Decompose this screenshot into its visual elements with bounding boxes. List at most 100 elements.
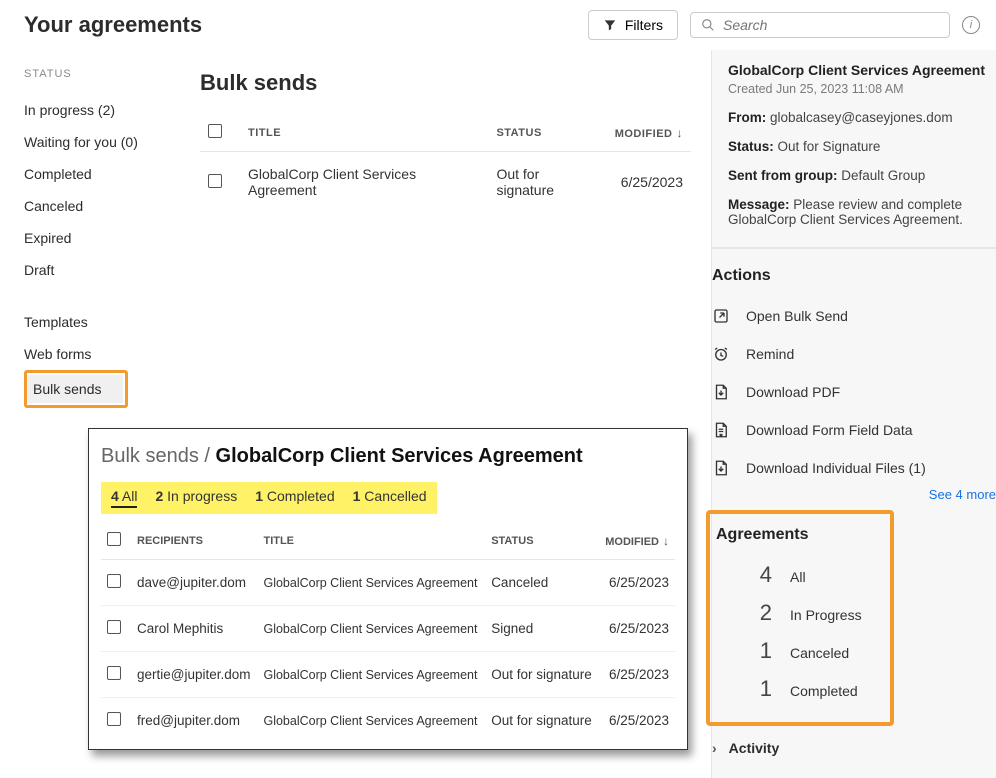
tab-label: Cancelled	[364, 488, 426, 504]
search-input[interactable]	[723, 17, 939, 33]
agree-count: 2	[752, 600, 772, 626]
row-checkbox[interactable]	[107, 712, 121, 726]
cell-recipient: Carol Mephitis	[131, 606, 257, 652]
agreement-row-completed[interactable]: 1 Completed	[712, 670, 876, 708]
cell-modified: 6/25/2023	[599, 560, 675, 606]
download-icon	[712, 383, 730, 401]
bulk-sends-table: TITLE STATUS MODIFIED↓ GlobalCorp Client…	[200, 114, 691, 212]
cell-status: Out for signature	[488, 152, 606, 213]
table-row[interactable]: Carol Mephitis GlobalCorp Client Service…	[101, 606, 675, 652]
tab-label: All	[122, 488, 138, 504]
ov-col-status[interactable]: STATUS	[485, 522, 598, 560]
select-all-checkbox[interactable]	[208, 124, 222, 138]
sidebar-item-waiting[interactable]: Waiting for you (0)	[24, 126, 180, 158]
col-title[interactable]: TITLE	[240, 114, 488, 152]
ov-col-title[interactable]: TITLE	[257, 522, 485, 560]
table-row[interactable]: GlobalCorp Client Services Agreement Out…	[200, 152, 691, 213]
tab-count: 4	[111, 488, 119, 504]
action-open-bulk-send[interactable]: Open Bulk Send	[712, 297, 996, 335]
row-checkbox[interactable]	[107, 666, 121, 680]
row-checkbox[interactable]	[107, 620, 121, 634]
overlay-detail-panel: Bulk sends / GlobalCorp Client Services …	[88, 428, 688, 750]
cell-recipient: gertie@jupiter.dom	[131, 652, 257, 698]
action-label: Open Bulk Send	[746, 308, 848, 324]
detail-title: GlobalCorp Client Services Agreement	[728, 62, 996, 78]
tab-inprogress[interactable]: 2 In progress	[155, 488, 237, 508]
search-field-wrap[interactable]	[690, 12, 950, 38]
agree-count: 1	[752, 676, 772, 702]
tab-cancelled[interactable]: 1 Cancelled	[353, 488, 427, 508]
agree-label: All	[790, 569, 806, 585]
sidebar-item-completed[interactable]: Completed	[24, 158, 180, 190]
agree-label: Canceled	[790, 645, 849, 661]
sidebar-item-in-progress[interactable]: In progress (2)	[24, 94, 180, 126]
agree-count: 1	[752, 638, 772, 664]
table-row[interactable]: fred@jupiter.dom GlobalCorp Client Servi…	[101, 698, 675, 744]
agree-count: 4	[752, 562, 772, 588]
tab-count: 2	[155, 488, 163, 504]
agreements-heading: Agreements	[712, 526, 876, 544]
agreements-highlight-box: Agreements 4 All 2In Progress 1 Canceled 1…	[706, 510, 894, 726]
cell-title: GlobalCorp Client Services Agreement	[257, 698, 485, 744]
cell-status: Out for signature	[485, 698, 598, 744]
sidebar-item-bulk-sends[interactable]: Bulk sends	[27, 375, 123, 403]
agree-label: Completed	[790, 683, 858, 699]
breadcrumb: Bulk sends / GlobalCorp Client Services …	[101, 445, 675, 468]
agreement-row-canceled[interactable]: 1 Canceled	[712, 632, 876, 670]
crumb-current: GlobalCorp Client Services Agreement	[216, 445, 583, 467]
download-files-icon	[712, 459, 730, 477]
agreement-row-inprogress[interactable]: 2In Progress	[712, 594, 876, 632]
see-more-link[interactable]: See 4 more	[712, 487, 996, 502]
ov-select-all-checkbox[interactable]	[107, 532, 121, 546]
info-icon[interactable]: i	[962, 16, 980, 34]
tab-label: In progress	[167, 488, 237, 504]
cell-modified: 6/25/2023	[607, 152, 691, 213]
col-status[interactable]: STATUS	[488, 114, 606, 152]
highlight-bulk-sends: Bulk sends	[24, 370, 128, 408]
group-label: Sent from group:	[728, 168, 838, 183]
filters-button[interactable]: Filters	[588, 10, 678, 40]
section-title: Bulk sends	[200, 70, 691, 96]
sidebar-item-draft[interactable]: Draft	[24, 254, 180, 286]
tab-count: 1	[255, 488, 263, 504]
detail-panel: GlobalCorp Client Services Agreement Cre…	[711, 50, 996, 778]
cell-modified: 6/25/2023	[599, 652, 675, 698]
sidebar-item-canceled[interactable]: Canceled	[24, 190, 180, 222]
action-download-pdf[interactable]: Download PDF	[712, 373, 996, 411]
crumb-root[interactable]: Bulk sends	[101, 445, 199, 467]
detail-created: Created Jun 25, 2023 11:08 AM	[728, 82, 996, 96]
sort-down-icon[interactable]: ↓	[663, 534, 669, 548]
table-row[interactable]: dave@jupiter.dom GlobalCorp Client Servi…	[101, 560, 675, 606]
ov-col-modified[interactable]: MODIFIED	[605, 536, 659, 548]
cell-title: GlobalCorp Client Services Agreement	[257, 606, 485, 652]
row-checkbox[interactable]	[107, 574, 121, 588]
cell-modified: 6/25/2023	[599, 698, 675, 744]
sidebar-item-web-forms[interactable]: Web forms	[24, 338, 180, 370]
action-label: Download PDF	[746, 384, 840, 400]
chevron-right-icon: ›	[712, 740, 717, 756]
col-modified[interactable]: MODIFIED	[615, 128, 673, 140]
activity-label: Activity	[729, 740, 780, 756]
agreement-row-all[interactable]: 4 All	[712, 556, 876, 594]
tab-all[interactable]: 4 All	[111, 488, 137, 508]
cell-recipient: dave@jupiter.dom	[131, 560, 257, 606]
status-value: Out for Signature	[778, 139, 881, 154]
action-download-individual[interactable]: Download Individual Files (1)	[712, 449, 996, 487]
cell-recipient: fred@jupiter.dom	[131, 698, 257, 744]
sidebar-item-expired[interactable]: Expired	[24, 222, 180, 254]
action-remind[interactable]: Remind	[712, 335, 996, 373]
activity-toggle[interactable]: › Activity	[712, 726, 996, 756]
sidebar-item-templates[interactable]: Templates	[24, 306, 180, 338]
table-row[interactable]: gertie@jupiter.dom GlobalCorp Client Ser…	[101, 652, 675, 698]
tab-completed[interactable]: 1 Completed	[255, 488, 334, 508]
ov-col-recipients[interactable]: RECIPIENTS	[131, 522, 257, 560]
action-label: Download Individual Files (1)	[746, 460, 926, 476]
tab-label: Completed	[267, 488, 335, 504]
search-icon	[701, 18, 715, 32]
cell-status: Out for signature	[485, 652, 598, 698]
sort-down-icon[interactable]: ↓	[676, 126, 683, 140]
row-checkbox[interactable]	[208, 174, 222, 188]
status-tabs-highlight: 4 All 2 In progress 1 Completed 1 Cancel…	[101, 482, 437, 514]
sidebar-heading-status: STATUS	[24, 68, 180, 80]
action-download-form-field[interactable]: Download Form Field Data	[712, 411, 996, 449]
